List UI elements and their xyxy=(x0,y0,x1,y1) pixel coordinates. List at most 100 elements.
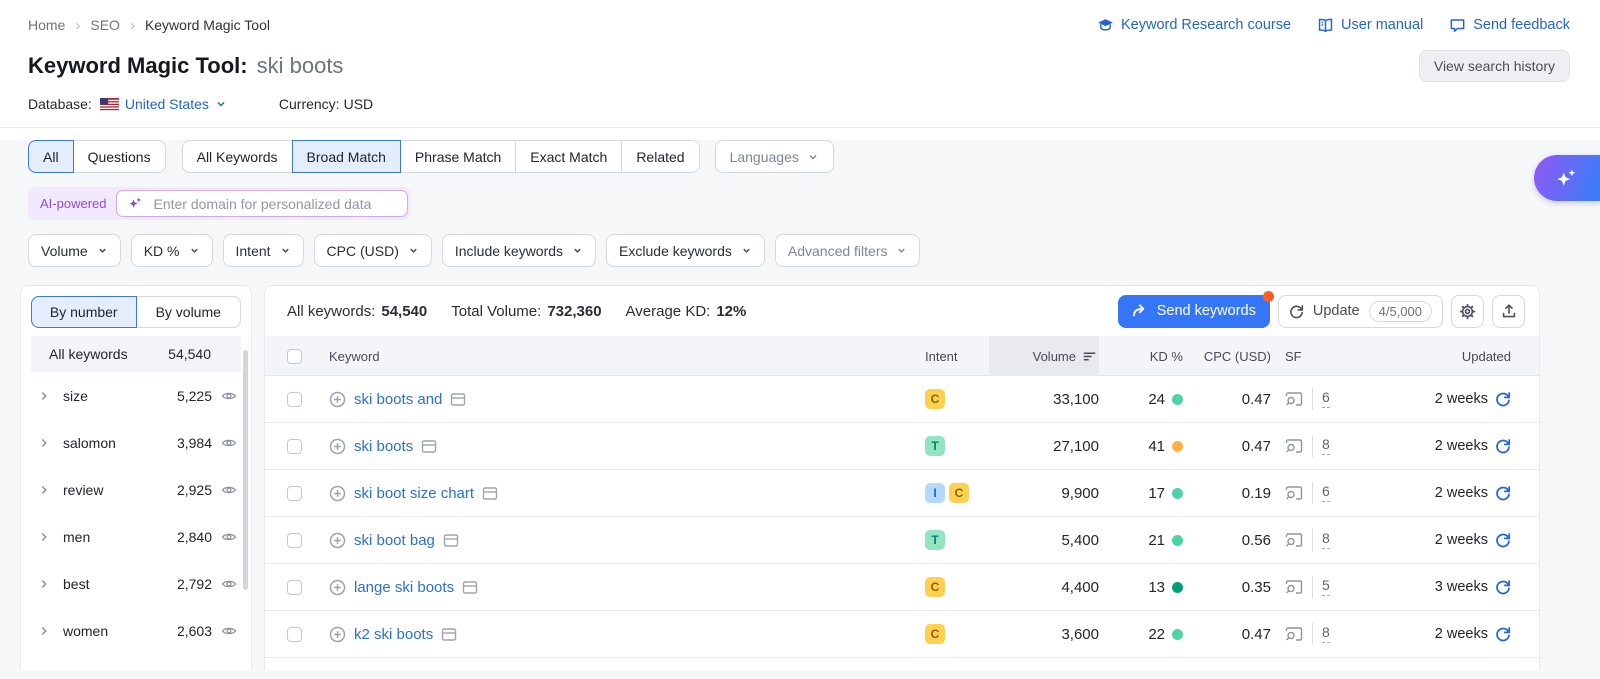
eye-icon[interactable] xyxy=(221,388,237,404)
sf-value[interactable]: 6 xyxy=(1322,484,1330,502)
eye-icon[interactable] xyxy=(221,623,237,639)
add-keyword-icon[interactable] xyxy=(329,532,346,549)
row-checkbox[interactable] xyxy=(287,392,302,407)
row-checkbox[interactable] xyxy=(287,533,302,548)
serp-page-icon[interactable] xyxy=(441,627,457,642)
breadcrumb-seo[interactable]: SEO xyxy=(90,17,120,33)
breadcrumb-home[interactable]: Home xyxy=(28,17,65,33)
view-search-history-button[interactable]: View search history xyxy=(1419,50,1570,82)
eye-icon[interactable] xyxy=(221,529,237,545)
serp-page-icon[interactable] xyxy=(482,486,498,501)
column-sf[interactable]: SF xyxy=(1271,349,1367,364)
serp-page-icon[interactable] xyxy=(421,439,437,454)
eye-icon[interactable] xyxy=(221,435,237,451)
keyword-link[interactable]: ski boot size chart xyxy=(354,485,474,502)
row-checkbox[interactable] xyxy=(287,486,302,501)
filter-exclude-keywords[interactable]: Exclude keywords xyxy=(606,234,765,267)
tab-all[interactable]: All xyxy=(28,140,74,173)
serp-preview-icon[interactable] xyxy=(1285,391,1303,407)
database-selector[interactable]: United States xyxy=(100,96,227,112)
tab-broad-match[interactable]: Broad Match xyxy=(292,140,401,173)
keyword-link[interactable]: ski boots and xyxy=(354,391,442,408)
refresh-icon[interactable] xyxy=(1495,485,1511,501)
group-row-size[interactable]: size 5,225 xyxy=(31,372,241,419)
chevron-right-icon[interactable] xyxy=(37,530,51,544)
group-row-review[interactable]: review 2,925 xyxy=(31,466,241,513)
sf-value[interactable]: 5 xyxy=(1322,578,1330,596)
serp-page-icon[interactable] xyxy=(462,580,478,595)
keyword-link[interactable]: lange ski boots xyxy=(354,579,454,596)
languages-dropdown[interactable]: Languages xyxy=(715,140,834,173)
add-keyword-icon[interactable] xyxy=(329,438,346,455)
row-checkbox[interactable] xyxy=(287,580,302,595)
add-keyword-icon[interactable] xyxy=(329,626,346,643)
select-all-checkbox[interactable] xyxy=(287,349,302,364)
chevron-right-icon[interactable] xyxy=(37,577,51,591)
refresh-icon[interactable] xyxy=(1495,532,1511,548)
add-keyword-icon[interactable] xyxy=(329,391,346,408)
sf-value[interactable]: 8 xyxy=(1322,531,1330,549)
refresh-icon[interactable] xyxy=(1495,391,1511,407)
keyword-link[interactable]: k2 ski boots xyxy=(354,626,433,643)
group-row-women[interactable]: women 2,603 xyxy=(31,607,241,654)
filter-intent[interactable]: Intent xyxy=(223,234,304,267)
by-volume-button[interactable]: By volume xyxy=(136,296,242,328)
row-checkbox[interactable] xyxy=(287,627,302,642)
column-cpc[interactable]: CPC (USD) xyxy=(1183,349,1271,364)
column-intent[interactable]: Intent xyxy=(925,349,989,364)
serp-preview-icon[interactable] xyxy=(1285,579,1303,595)
serp-preview-icon[interactable] xyxy=(1285,626,1303,642)
domain-input[interactable] xyxy=(151,195,397,213)
chevron-right-icon[interactable] xyxy=(37,624,51,638)
sidebar-scrollbar[interactable] xyxy=(243,350,248,590)
sf-value[interactable]: 6 xyxy=(1322,390,1330,408)
serp-preview-icon[interactable] xyxy=(1285,532,1303,548)
sf-value[interactable]: 8 xyxy=(1322,437,1330,455)
add-keyword-icon[interactable] xyxy=(329,579,346,596)
column-kd[interactable]: KD % xyxy=(1099,349,1183,364)
refresh-icon[interactable] xyxy=(1495,438,1511,454)
settings-button[interactable] xyxy=(1451,295,1484,328)
column-updated[interactable]: Updated xyxy=(1367,349,1511,364)
keyword-link[interactable]: ski boot bag xyxy=(354,532,435,549)
row-checkbox[interactable] xyxy=(287,439,302,454)
eye-icon[interactable] xyxy=(221,482,237,498)
tab-phrase-match[interactable]: Phrase Match xyxy=(400,140,516,173)
all-keywords-group[interactable]: All keywords 54,540 xyxy=(31,336,241,372)
sf-value[interactable]: 8 xyxy=(1322,625,1330,643)
column-volume[interactable]: Volume xyxy=(989,336,1099,376)
group-row-salomon[interactable]: salomon 3,984 xyxy=(31,419,241,466)
column-keyword[interactable]: Keyword xyxy=(329,349,925,364)
export-button[interactable] xyxy=(1492,295,1525,328)
chevron-right-icon[interactable] xyxy=(37,436,51,450)
filter-cpc[interactable]: CPC (USD) xyxy=(314,234,432,267)
by-number-button[interactable]: By number xyxy=(31,296,137,328)
filter-volume[interactable]: Volume xyxy=(28,234,121,267)
serp-page-icon[interactable] xyxy=(450,392,466,407)
serp-preview-icon[interactable] xyxy=(1285,438,1303,454)
chevron-right-icon[interactable] xyxy=(37,389,51,403)
refresh-icon[interactable] xyxy=(1495,626,1511,642)
user-manual-link[interactable]: User manual xyxy=(1317,17,1423,34)
serp-page-icon[interactable] xyxy=(443,533,459,548)
ai-assistant-button[interactable] xyxy=(1534,155,1600,201)
filter-kd[interactable]: KD % xyxy=(131,234,213,267)
update-button[interactable]: Update 4/5,000 xyxy=(1278,295,1443,328)
tab-questions[interactable]: Questions xyxy=(73,140,166,173)
keyword-research-course-link[interactable]: Keyword Research course xyxy=(1097,17,1291,34)
tab-all-keywords[interactable]: All Keywords xyxy=(182,140,293,173)
add-keyword-icon[interactable] xyxy=(329,485,346,502)
filter-include-keywords[interactable]: Include keywords xyxy=(442,234,596,267)
filter-advanced[interactable]: Advanced filters xyxy=(775,234,921,267)
group-row-best[interactable]: best 2,792 xyxy=(31,560,241,607)
eye-icon[interactable] xyxy=(221,576,237,592)
send-feedback-link[interactable]: Send feedback xyxy=(1449,17,1570,34)
refresh-icon[interactable] xyxy=(1495,579,1511,595)
chevron-right-icon[interactable] xyxy=(37,483,51,497)
tab-exact-match[interactable]: Exact Match xyxy=(515,140,622,173)
send-keywords-button[interactable]: Send keywords xyxy=(1118,295,1270,328)
tab-related[interactable]: Related xyxy=(621,140,699,173)
group-row-men[interactable]: men 2,840 xyxy=(31,513,241,560)
keyword-link[interactable]: ski boots xyxy=(354,438,413,455)
serp-preview-icon[interactable] xyxy=(1285,485,1303,501)
